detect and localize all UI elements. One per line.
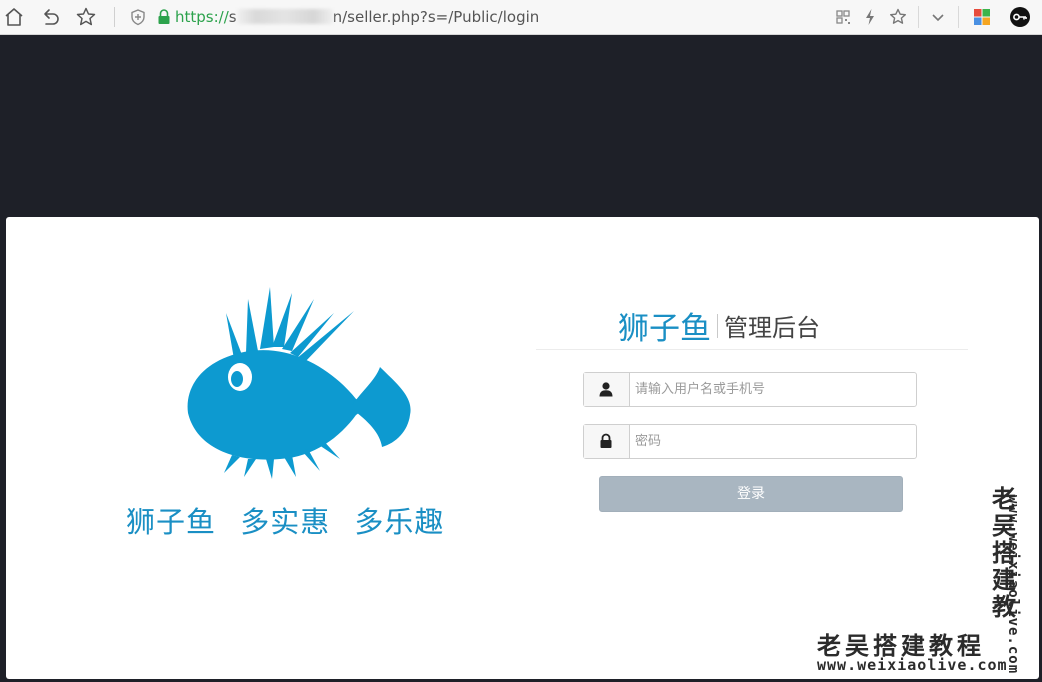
slogan: 狮子鱼 多实惠 多乐趣 xyxy=(126,505,445,539)
login-button[interactable]: 登录 xyxy=(599,476,903,512)
apps-icon[interactable] xyxy=(970,5,994,29)
bookmark-star-icon[interactable] xyxy=(74,5,98,29)
favorites-icon[interactable] xyxy=(886,5,910,29)
key-icon[interactable] xyxy=(1008,5,1032,29)
heading-rule xyxy=(536,349,968,350)
watermark-url: www.weixiaolive.com xyxy=(817,656,1008,674)
url-divider xyxy=(114,7,115,27)
toolbar-divider xyxy=(918,6,919,28)
login-card: 狮子鱼 多实惠 多乐趣 狮子鱼管理后台 登录 xyxy=(6,217,1039,679)
url-host-prefix: s xyxy=(228,8,237,26)
shield-icon[interactable] xyxy=(126,5,150,29)
heading-divider xyxy=(717,313,718,338)
back-icon[interactable] xyxy=(38,5,62,29)
url-path: n/seller.php?s=/Public/login xyxy=(332,8,540,26)
lock-icon xyxy=(158,9,170,24)
username-field xyxy=(583,372,917,407)
address-bar[interactable]: https://s n/seller.php?s=/Public/login xyxy=(175,7,539,27)
lock-icon xyxy=(600,433,612,448)
qr-code-icon[interactable] xyxy=(831,5,855,29)
url-scheme: https:// xyxy=(175,8,229,26)
admin-subtitle: 管理后台 xyxy=(724,314,820,342)
password-field xyxy=(583,424,917,459)
toolbar-divider xyxy=(958,6,959,28)
watermark-vertical-url: www.weixiaolive.com xyxy=(1005,495,1021,675)
username-addon xyxy=(584,373,630,406)
browser-toolbar: https://s n/seller.php?s=/Public/login xyxy=(0,0,1042,35)
user-icon xyxy=(599,382,613,397)
brand-name: 狮子鱼 xyxy=(618,311,711,347)
url-redacted-host xyxy=(236,9,333,24)
home-icon[interactable] xyxy=(2,5,26,29)
chevron-down-icon[interactable] xyxy=(926,5,950,29)
lightning-icon[interactable] xyxy=(858,5,882,29)
password-addon xyxy=(584,425,630,458)
login-heading: 狮子鱼 管理后台 xyxy=(618,303,820,348)
username-input[interactable] xyxy=(630,373,915,406)
password-input[interactable] xyxy=(630,425,915,458)
lionfish-logo xyxy=(187,287,411,479)
